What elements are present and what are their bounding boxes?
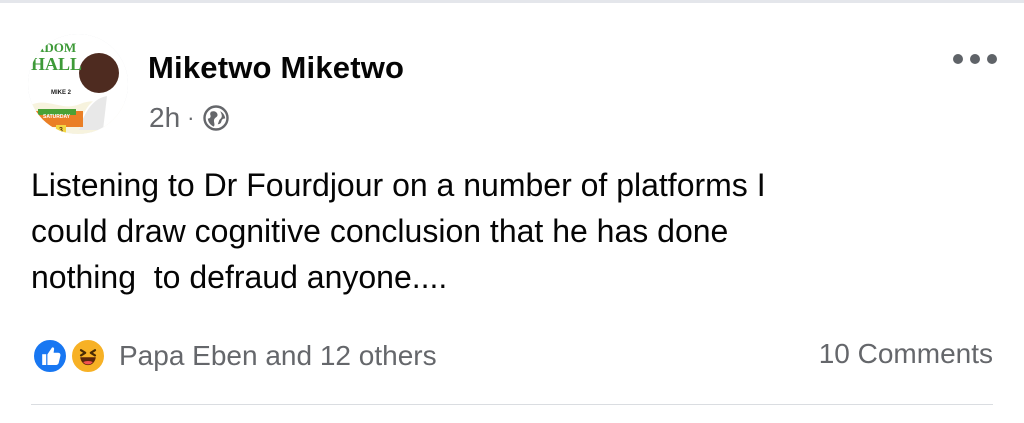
- reaction-icons: [31, 335, 111, 377]
- reaction-summary-text[interactable]: Papa Eben and 12 others: [119, 340, 437, 372]
- like-reaction-icon: [31, 337, 69, 375]
- more-dot-icon: [953, 54, 963, 64]
- avatar-poster-day: SATURDAY: [43, 114, 71, 120]
- more-options-button[interactable]: [953, 46, 997, 72]
- post-time[interactable]: 2h: [149, 102, 180, 134]
- haha-reaction-icon: [69, 337, 107, 375]
- bottom-divider: [31, 404, 993, 405]
- post-author-name[interactable]: Miketwo Miketwo: [148, 49, 404, 87]
- facebook-post: ADOM HALL MIKE 2 SATURDAY 3 Miketwo Mike…: [0, 0, 1024, 423]
- comments-count-link[interactable]: 10 Comments: [819, 338, 993, 370]
- post-body-text: Listening to Dr Fourdjour on a number of…: [31, 167, 766, 295]
- more-dot-icon: [987, 54, 997, 64]
- globe-icon[interactable]: [202, 104, 230, 132]
- more-dot-icon: [970, 54, 980, 64]
- post-meta: 2h ·: [149, 100, 230, 136]
- meta-separator: ·: [187, 105, 195, 130]
- avatar-poster-subtitle: HALL: [31, 54, 82, 74]
- reaction-summary[interactable]: Papa Eben and 12 others: [31, 335, 437, 377]
- author-avatar[interactable]: ADOM HALL MIKE 2 SATURDAY 3: [28, 34, 128, 134]
- avatar-poster-title: ADOM: [35, 40, 76, 55]
- avatar-poster-date: 3: [59, 127, 63, 134]
- avatar-poster-name: MIKE 2: [51, 90, 72, 96]
- avatar-poster-image: ADOM HALL MIKE 2 SATURDAY 3: [28, 34, 128, 134]
